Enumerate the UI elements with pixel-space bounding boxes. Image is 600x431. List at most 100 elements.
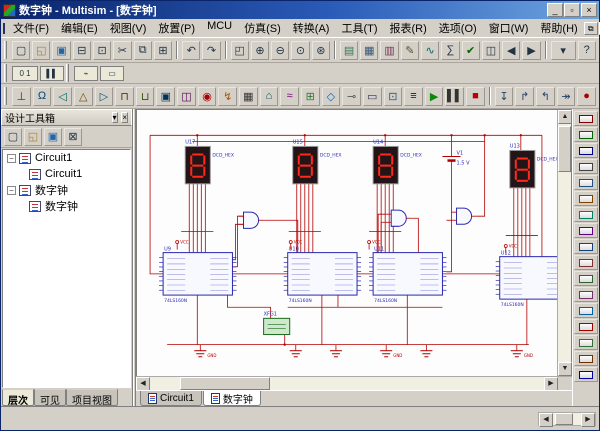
- ic-chip[interactable]: [373, 253, 442, 295]
- menu-window[interactable]: 窗口(W): [483, 18, 535, 38]
- agilent-multimeter-button[interactable]: [574, 351, 598, 366]
- paste-button[interactable]: ⊞: [154, 41, 172, 60]
- menu-reports[interactable]: 报表(R): [384, 18, 433, 38]
- step-into-button[interactable]: ↧: [495, 87, 514, 106]
- spreadsheet-scroll-right[interactable]: ▶: [581, 413, 595, 427]
- menu-view[interactable]: 视图(V): [104, 18, 153, 38]
- panel-tab-层次[interactable]: 层次: [2, 389, 34, 406]
- place-advanced-peripherals-button[interactable]: ⌂: [260, 87, 279, 106]
- tree-node-0[interactable]: −Circuit1: [3, 150, 130, 166]
- full-screen-button[interactable]: ◰: [231, 41, 249, 60]
- vertical-scroll-track[interactable]: [558, 124, 571, 362]
- place-ni-component-button[interactable]: ◇: [322, 87, 341, 106]
- place-rf-button[interactable]: ≈: [280, 87, 299, 106]
- help-button[interactable]: ?: [578, 41, 596, 60]
- panel-tab-项目视图[interactable]: 项目视图: [66, 389, 118, 406]
- place-cmos-button[interactable]: ⊔: [136, 87, 155, 106]
- tree-leaf-1-0[interactable]: 数字钟: [3, 198, 130, 214]
- spectrum-analyzer-button[interactable]: [574, 303, 598, 318]
- simulation-pause-switch-button[interactable]: ▌▌: [40, 66, 64, 81]
- schematic-canvas[interactable]: U17DCD_HEXU15DCD_HEXU14DCD_HEXU13DCD_HEX…: [137, 110, 557, 376]
- scroll-left-button[interactable]: ◀: [136, 377, 150, 391]
- electrical-rules-check-button[interactable]: ✔: [462, 41, 480, 60]
- menu-simulate[interactable]: 仿真(S): [238, 18, 287, 38]
- tree-node-1[interactable]: −数字钟: [3, 182, 130, 198]
- wire[interactable]: [232, 224, 243, 259]
- collapse-icon[interactable]: −: [7, 186, 16, 195]
- place-electromechanical-button[interactable]: ⊞: [301, 87, 320, 106]
- place-basic-button[interactable]: Ω: [33, 87, 52, 106]
- schematic-toggle-button[interactable]: ▭: [100, 66, 124, 81]
- and-gate[interactable]: [457, 208, 472, 224]
- spreadsheet-scrollbar[interactable]: ◀ ▶: [538, 412, 596, 426]
- restore-button[interactable]: ▫: [564, 3, 580, 17]
- toolbox-open-button[interactable]: ◱: [24, 128, 42, 146]
- document-icon[interactable]: [3, 23, 5, 34]
- toolbar-grip[interactable]: [4, 41, 7, 59]
- menu-help[interactable]: 帮助(H): [534, 18, 583, 38]
- menu-edit[interactable]: 编辑(E): [55, 18, 104, 38]
- simulate-stop-button[interactable]: ■: [466, 87, 485, 106]
- forward-annotate-button[interactable]: ▶: [522, 41, 540, 60]
- function-generator-symbol[interactable]: [264, 318, 290, 334]
- scroll-down-button[interactable]: ▼: [558, 362, 572, 376]
- menu-place[interactable]: 放置(P): [152, 18, 201, 38]
- place-mixed-button[interactable]: ◫: [177, 87, 196, 106]
- agilent-function-generator-button[interactable]: [574, 335, 598, 350]
- panel-tab-可见[interactable]: 可见: [34, 389, 66, 406]
- undo-button[interactable]: ↶: [182, 41, 200, 60]
- step-out-button[interactable]: ↰: [536, 87, 555, 106]
- horizontal-scroll-thumb[interactable]: [180, 377, 270, 390]
- scroll-up-button[interactable]: ▲: [558, 110, 572, 124]
- place-mcu-button[interactable]: ▭: [363, 87, 382, 106]
- design-toolbox-button[interactable]: ▤: [340, 41, 358, 60]
- place-diode-button[interactable]: ◁: [53, 87, 72, 106]
- print-button[interactable]: ⊟: [73, 41, 91, 60]
- capture-screen-area-button[interactable]: ◫: [482, 41, 500, 60]
- step-over-button[interactable]: ↱: [515, 87, 534, 106]
- place-indicator-button[interactable]: ◉: [198, 87, 217, 106]
- new-button[interactable]: ▢: [12, 41, 30, 60]
- tektronix-oscilloscope-button[interactable]: [574, 367, 598, 382]
- toolbar-grip[interactable]: [4, 64, 7, 82]
- simulate-run-button[interactable]: ▶: [425, 87, 444, 106]
- zoom-out-button[interactable]: ⊖: [271, 41, 289, 60]
- spreadsheet-view-button[interactable]: ▦: [360, 41, 378, 60]
- component-wizard-button[interactable]: ✎: [401, 41, 419, 60]
- menu-transfer[interactable]: 转换(A): [287, 18, 336, 38]
- open-button[interactable]: ◱: [32, 41, 50, 60]
- title-bar[interactable]: 数字钟 - Multisim - [数字钟] _ ▫ ×: [1, 1, 599, 19]
- place-bus-button[interactable]: ≡: [404, 87, 423, 106]
- logic-converter-button[interactable]: [574, 255, 598, 270]
- panel-close-button[interactable]: ×: [121, 112, 128, 123]
- place-transistor-button[interactable]: △: [74, 87, 93, 106]
- wire[interactable]: [446, 161, 451, 272]
- multimeter-button[interactable]: [574, 111, 598, 126]
- place-analog-button[interactable]: ▷: [95, 87, 114, 106]
- sheet-tab-数字钟[interactable]: 数字钟: [203, 391, 261, 406]
- place-source-button[interactable]: ⊥: [12, 87, 31, 106]
- place-power-button[interactable]: ↯: [218, 87, 237, 106]
- postprocessor-button[interactable]: ∑: [441, 41, 459, 60]
- collapse-icon[interactable]: −: [7, 154, 16, 163]
- toolbar-grip[interactable]: [4, 87, 7, 105]
- menu-mcu[interactable]: MCU: [201, 18, 238, 38]
- database-manager-button[interactable]: ▥: [380, 41, 398, 60]
- live-wire-toggle-button[interactable]: ⌁: [74, 66, 98, 81]
- copy-button[interactable]: ⧉: [134, 41, 152, 60]
- place-ttl-button[interactable]: ⊓: [115, 87, 134, 106]
- toolbox-save-button[interactable]: ▣: [44, 128, 62, 146]
- zoom-in-button[interactable]: ⊕: [251, 41, 269, 60]
- wire[interactable]: [477, 135, 485, 216]
- toolbox-new-button[interactable]: ▢: [4, 128, 22, 146]
- toggle-breakpoint-button[interactable]: ●: [577, 87, 596, 106]
- grapher-button[interactable]: ∿: [421, 41, 439, 60]
- menu-options[interactable]: 选项(O): [433, 18, 483, 38]
- minimize-button[interactable]: _: [547, 3, 563, 17]
- function-generator-button[interactable]: [574, 127, 598, 142]
- place-misc-digital-button[interactable]: ▣: [156, 87, 175, 106]
- print-preview-button[interactable]: ⊡: [93, 41, 111, 60]
- and-gate[interactable]: [391, 210, 406, 226]
- place-hierarchical-block-button[interactable]: ⊡: [384, 87, 403, 106]
- redo-button[interactable]: ↷: [202, 41, 220, 60]
